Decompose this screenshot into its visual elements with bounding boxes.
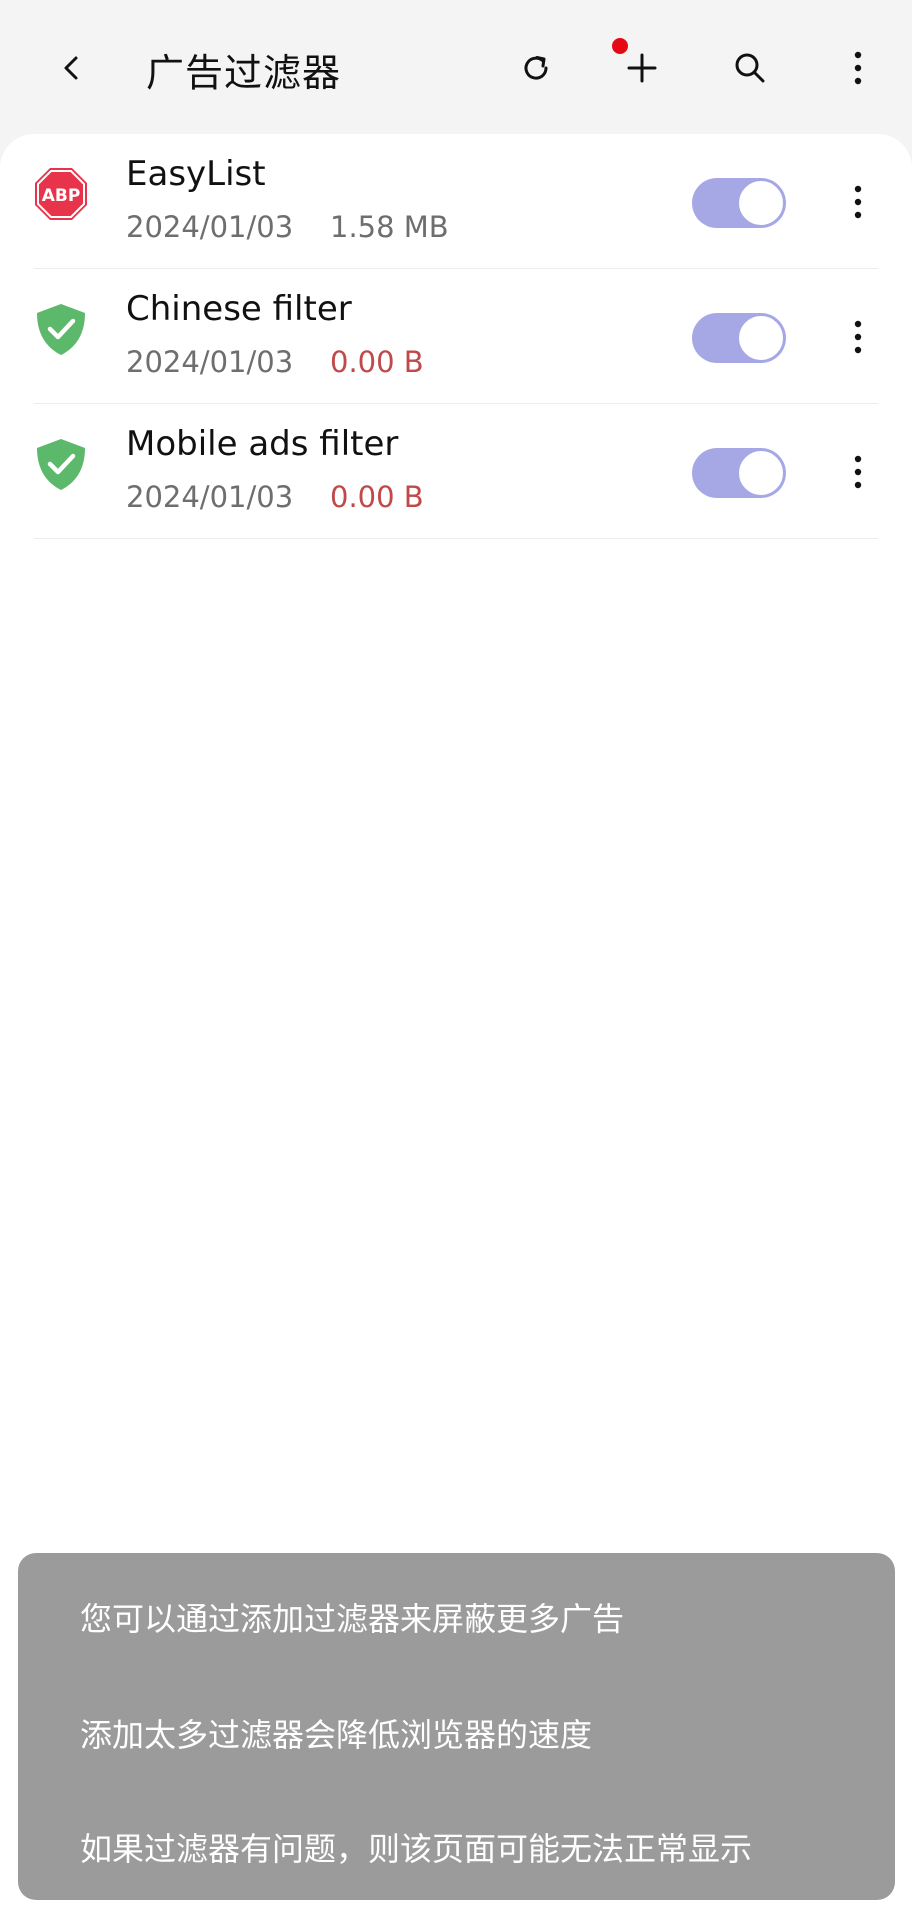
notification-dot (612, 38, 628, 54)
shield-check-icon (37, 304, 85, 355)
info-tooltip[interactable]: 您可以通过添加过滤器来屏蔽更多广告 添加太多过滤器会降低浏览器的速度 如果过滤器… (18, 1553, 895, 1900)
tooltip-line: 添加太多过滤器会降低浏览器的速度 (80, 1716, 593, 1754)
app-bar: 广告过滤器 (0, 0, 912, 134)
filter-size: 1.58 MB (330, 210, 449, 244)
filter-size: 0.00 B (330, 480, 424, 514)
more-vertical-icon (854, 185, 862, 219)
filter-more-button[interactable] (830, 174, 886, 230)
refresh-button[interactable] (508, 40, 564, 96)
overflow-menu-button[interactable] (830, 40, 886, 96)
refresh-icon (524, 56, 548, 80)
toggle-knob (737, 449, 785, 497)
filter-more-button[interactable] (830, 444, 886, 500)
add-icon (627, 53, 657, 83)
filter-name: EasyList (126, 154, 266, 194)
toggle-knob (737, 179, 785, 227)
more-vertical-icon (854, 320, 862, 354)
more-vertical-icon (854, 51, 862, 85)
filter-more-button[interactable] (830, 309, 886, 365)
filter-name: Mobile ads filter (126, 424, 399, 464)
tooltip-line: 如果过滤器有问题，则该页面可能无法正常显示 (80, 1830, 753, 1868)
filter-toggle[interactable] (692, 313, 786, 363)
filter-name: Chinese filter (126, 289, 352, 329)
back-icon (64, 56, 78, 80)
filter-date: 2024/01/03 (126, 210, 294, 244)
tooltip-line: 您可以通过添加过滤器来屏蔽更多广告 (80, 1600, 625, 1638)
shield-check-icon (37, 439, 85, 490)
row-divider (34, 538, 878, 539)
search-icon (735, 53, 765, 83)
filter-date: 2024/01/03 (126, 345, 294, 379)
filter-date: 2024/01/03 (126, 480, 294, 514)
abp-icon: ABP (35, 168, 87, 220)
page-title: 广告过滤器 (146, 51, 342, 95)
filter-size: 0.00 B (330, 345, 424, 379)
back-button[interactable] (44, 40, 100, 96)
toggle-knob (737, 314, 785, 362)
filter-toggle[interactable] (692, 448, 786, 498)
search-button[interactable] (722, 40, 778, 96)
more-vertical-icon (854, 455, 862, 489)
filter-row-mobile-ads[interactable]: Mobile ads filter 2024/01/03 0.00 B (0, 404, 912, 539)
svg-text:ABP: ABP (42, 186, 81, 206)
filter-row-chinese[interactable]: Chinese filter 2024/01/03 0.00 B (0, 269, 912, 404)
filter-toggle[interactable] (692, 178, 786, 228)
filter-row-easylist[interactable]: ABP EasyList 2024/01/03 1.58 MB (0, 134, 912, 269)
